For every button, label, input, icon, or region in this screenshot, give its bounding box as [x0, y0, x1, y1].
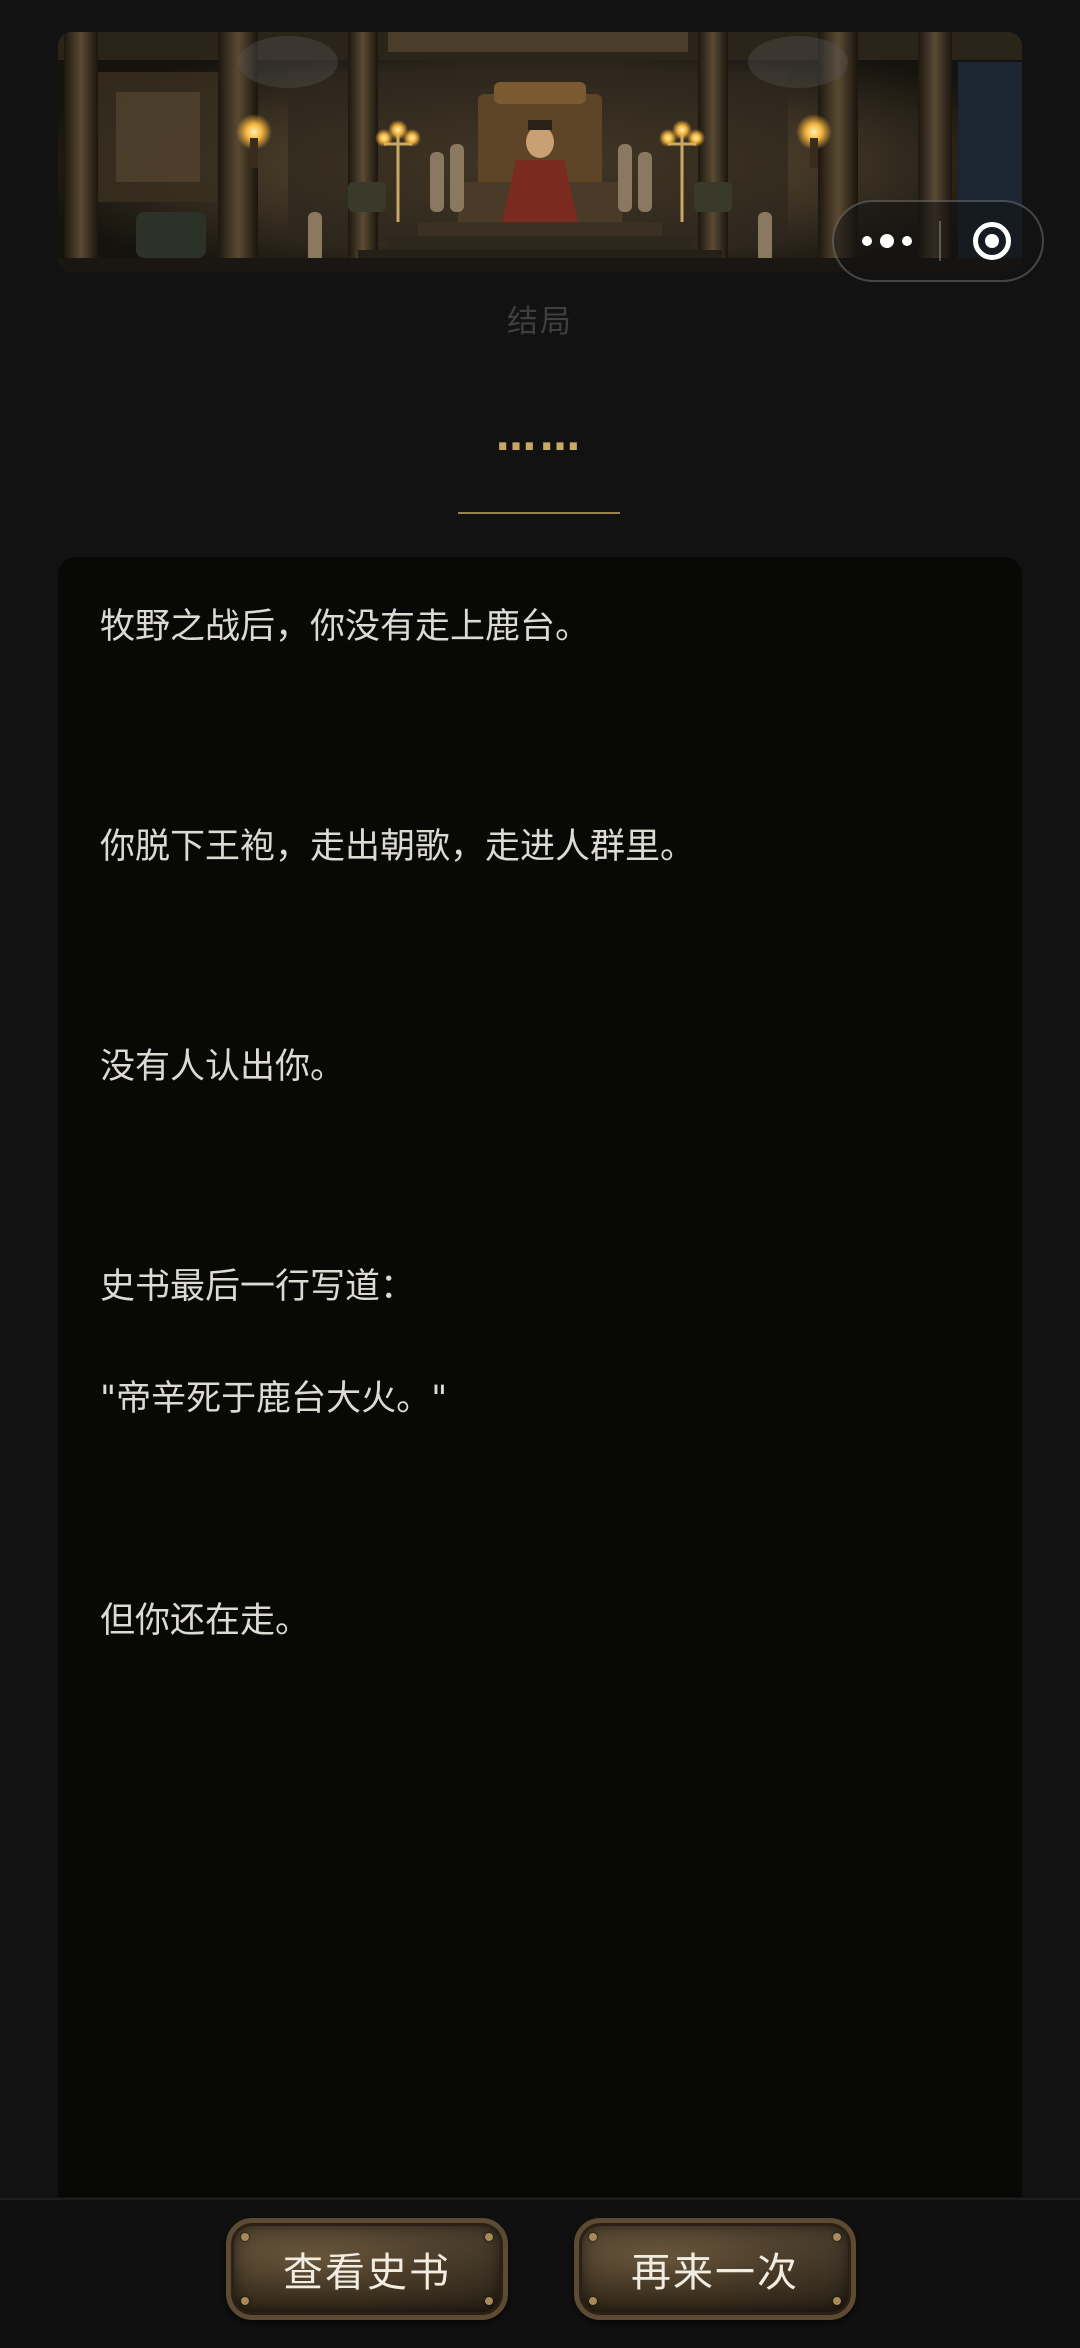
more-dots-icon[interactable]	[834, 202, 939, 280]
view-history-label: 查看史书	[283, 2250, 451, 2296]
ending-title-ellipsis: ……	[496, 414, 584, 460]
ending-label: 结局	[507, 304, 573, 340]
story-line: 牧野之战后，你没有走上鹿台。	[100, 607, 591, 647]
play-again-button[interactable]: 再来一次	[574, 2218, 856, 2320]
ending-screen: 结局 …… 牧野之战后，你没有走上鹿台。 你脱下王袍，走出朝歌，走进人群里。 没…	[0, 0, 1080, 2348]
story-line: "帝辛死于鹿台大火。"	[100, 1379, 448, 1419]
story-line: 但你还在走。	[100, 1601, 311, 1641]
miniprogram-capsule	[832, 200, 1044, 282]
bottom-action-bar	[0, 2198, 1080, 2348]
story-line: 史书最后一行写道：	[100, 1267, 416, 1307]
target-close-icon[interactable]	[941, 202, 1042, 280]
story-line: 没有人认出你。	[100, 1047, 346, 1087]
title-divider	[458, 512, 620, 514]
play-again-label: 再来一次	[631, 2250, 799, 2296]
story-line: 你脱下王袍，走出朝歌，走进人群里。	[100, 827, 696, 867]
view-history-button[interactable]: 查看史书	[226, 2218, 508, 2320]
